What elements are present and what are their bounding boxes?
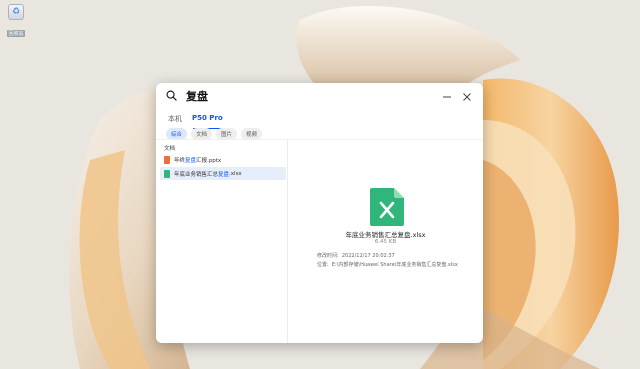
result-name-pre: 年终 <box>174 157 186 164</box>
result-item[interactable]: 年终 复盘 汇报.pptx <box>160 153 286 166</box>
search-icon <box>166 90 177 101</box>
search-window: 本机 P50 Pro 综合 文档 图片 视频 文档 年终复盘汇报.pptx 年底… <box>156 83 483 343</box>
desktop-icon-label: 回收站 <box>7 30 25 37</box>
result-name-match: 复盘 <box>218 171 230 178</box>
location-label: 位置: <box>317 262 329 268</box>
modified-label: 修改时间: <box>317 253 339 259</box>
location-value: E:\内部存储\Huawei Share\年底业务销售汇总复盘.xlsx <box>331 262 458 268</box>
result-name-match: 复盘 <box>185 157 197 164</box>
pptx-file-icon <box>164 155 170 164</box>
result-item-selected[interactable]: 年底业务销售汇总 复盘 .xlsx <box>160 167 286 180</box>
xlsx-file-icon <box>164 169 170 178</box>
result-name-post: .xlsx <box>229 170 242 177</box>
preview-pane: 年底业务销售汇总复盘.xlsx 6.45 KB 修改时间: 2022/12/17… <box>288 140 483 343</box>
section-label: 文档 <box>164 146 176 152</box>
preview-metadata: 修改时间: 2022/12/17 20:02:37 位置: E:\内部存储\Hu… <box>317 252 458 270</box>
result-name-pre: 年底业务销售汇总 <box>174 171 219 178</box>
search-input[interactable] <box>186 89 386 102</box>
tab-p50-pro[interactable]: P50 Pro <box>192 114 223 129</box>
preview-file-size: 6.45 KB <box>374 239 397 245</box>
tab-this-pc[interactable]: 本机 <box>168 114 182 126</box>
modified-value: 2022/12/17 20:02:37 <box>341 253 395 259</box>
xlsx-file-icon[interactable] <box>370 188 404 226</box>
preview-file-name: 年底业务销售汇总复盘.xlsx <box>345 231 426 239</box>
device-tabs: 本机 P50 Pro <box>168 114 223 129</box>
desktop-recycle-bin[interactable]: ♻ 回收站 <box>5 4 27 39</box>
close-icon[interactable] <box>461 91 473 103</box>
recycle-bin-icon: ♻ <box>8 4 24 20</box>
search-bar <box>156 83 483 111</box>
result-name-post: 汇报.pptx <box>196 157 222 164</box>
minimize-icon[interactable] <box>441 91 453 103</box>
results-list: 文档 年终 复盘 汇报.pptx 年底业务销售汇总 复盘 .xlsx <box>160 141 286 343</box>
